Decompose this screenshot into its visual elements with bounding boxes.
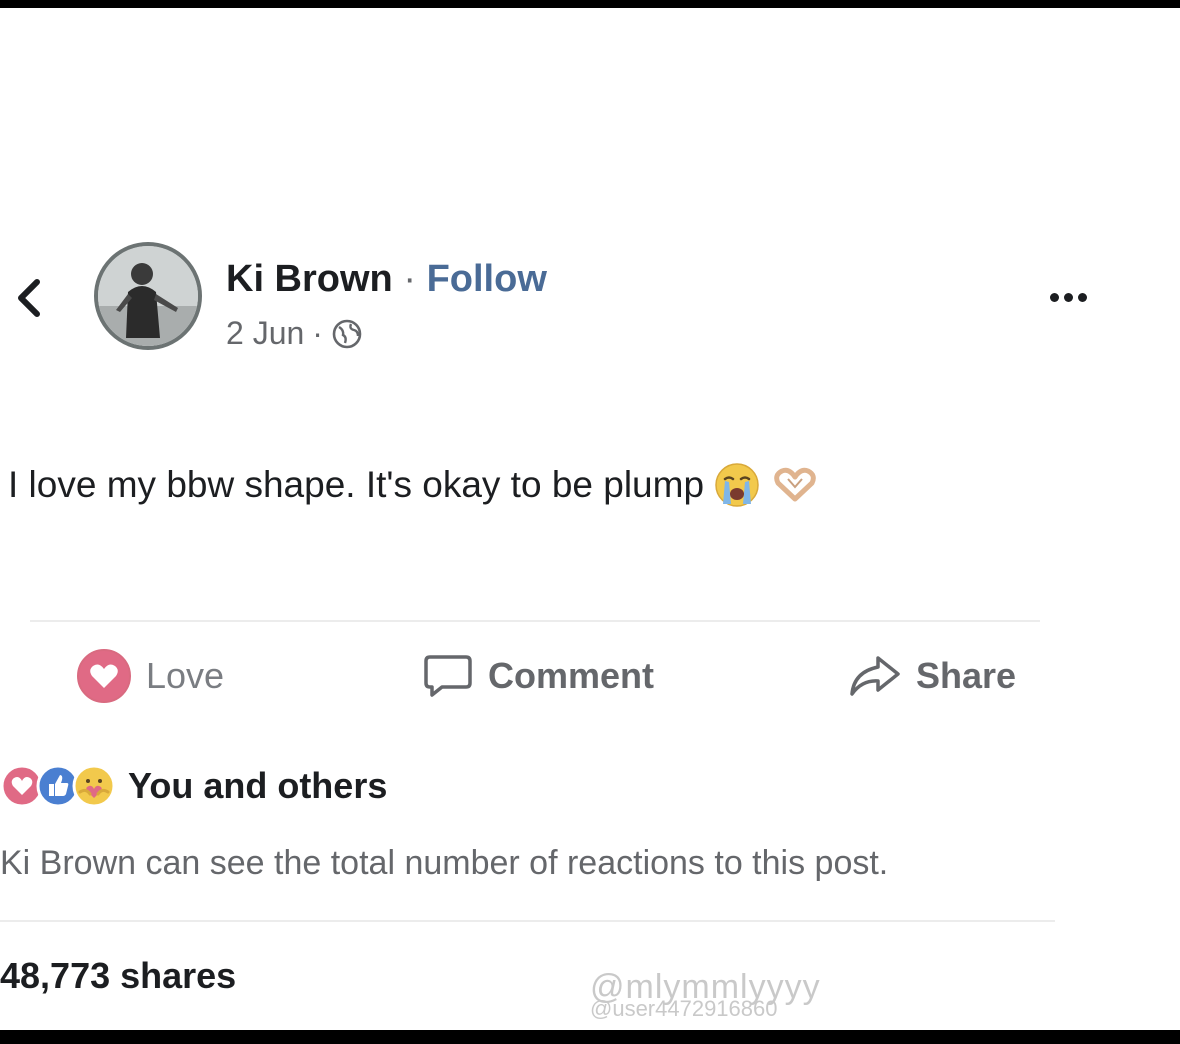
reactions-privacy-notice: Ki Brown can see the total number of rea… xyxy=(0,844,889,882)
heart-hands-icon xyxy=(774,467,816,502)
tiktok-watermark: @mlymmlyyyy @user4472916860 xyxy=(590,970,821,1020)
more-dot-icon xyxy=(1063,292,1073,302)
reactions-summary[interactable]: You and others xyxy=(0,760,387,812)
reaction-icons xyxy=(0,764,116,808)
more-options-button[interactable] xyxy=(1040,280,1096,314)
chevron-left-icon xyxy=(18,279,40,317)
post-body: I love my bbw shape. It's okay to be plu… xyxy=(8,462,820,508)
header-separator: · xyxy=(403,258,416,300)
comment-bubble-icon xyxy=(424,655,472,697)
avatar-photo xyxy=(98,246,198,346)
love-label: Love xyxy=(146,655,225,696)
avatar[interactable] xyxy=(94,242,202,350)
love-reaction-icon xyxy=(77,649,131,703)
date-separator: · xyxy=(312,315,323,351)
post-header-title: Ki Brown · Follow xyxy=(226,258,547,301)
reactions-label: You and others xyxy=(128,765,388,806)
bottom-black-bar xyxy=(0,1030,1180,1044)
share-arrow-icon xyxy=(850,656,900,696)
globe-icon xyxy=(332,319,362,348)
top-black-bar xyxy=(0,0,1180,8)
comment-button[interactable]: Comment xyxy=(422,646,654,706)
more-dot-icon xyxy=(1077,292,1087,302)
share-label: Share xyxy=(916,655,1017,696)
post-date[interactable]: 2 Jun xyxy=(226,315,304,352)
follow-link[interactable]: Follow xyxy=(427,258,547,300)
more-dot-icon xyxy=(1049,292,1059,302)
author-name[interactable]: Ki Brown xyxy=(226,258,393,300)
divider-top-actions xyxy=(30,620,1040,622)
shares-count[interactable]: 48,773 shares xyxy=(0,955,236,997)
loudly-crying-face-icon xyxy=(715,463,759,507)
care-reaction-icon xyxy=(72,764,116,808)
share-button[interactable]: Share xyxy=(848,646,1016,706)
love-button[interactable]: Love xyxy=(76,646,224,706)
comment-label: Comment xyxy=(488,655,655,696)
post-text: I love my bbw shape. It's okay to be plu… xyxy=(8,464,705,505)
divider-bottom xyxy=(0,920,1055,922)
back-button[interactable] xyxy=(8,270,48,326)
post-meta: 2 Jun · xyxy=(226,315,363,352)
